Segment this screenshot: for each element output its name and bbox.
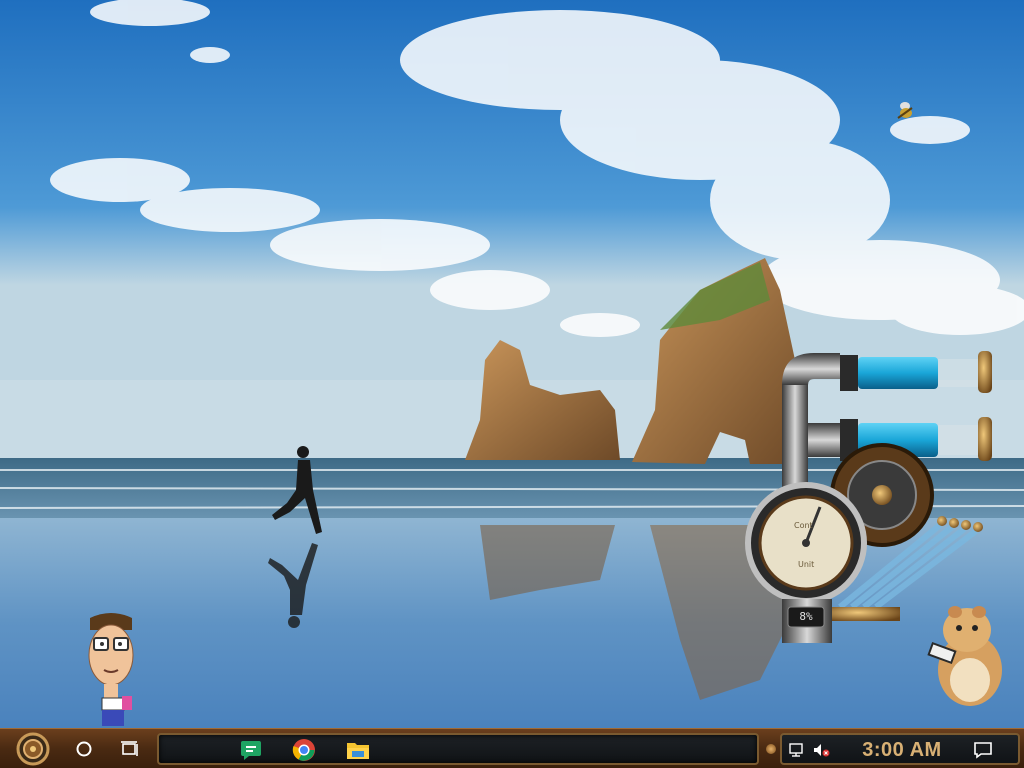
chat-icon [241,741,261,760]
circle-search-icon [76,741,92,757]
system-tray: 3:00 AM [780,733,1020,765]
search-button[interactable] [70,735,98,763]
pinned-apps-tray [157,733,759,765]
chrome-app-button[interactable] [290,738,318,762]
cartoon-character-widget[interactable] [80,610,142,728]
start-button[interactable] [8,731,58,767]
notification-icon [974,742,992,759]
network-button[interactable] [788,741,806,759]
hamster-reading-widget[interactable] [915,600,1010,710]
bug-icon [897,102,913,119]
tube-upper [858,357,938,389]
file-explorer-app-button[interactable] [344,738,372,762]
gauge-dial-top-text: Cont [794,521,813,530]
tray-separator-rivet [766,744,776,754]
network-icon [789,743,803,757]
steampunk-gear-icon [16,732,50,766]
task-view-button[interactable] [116,735,144,763]
gauge-dial-bottom-text: Unit [798,560,815,569]
chrome-icon [292,739,315,761]
notification-button[interactable] [972,740,994,760]
google-chat-app-button[interactable] [237,738,265,762]
gauge-percent-label: 8% [799,610,813,623]
taskbar: 3:00 AM [0,728,1024,768]
taskbar-clock[interactable]: 3:00 AM [852,739,952,761]
volume-button[interactable] [812,741,830,759]
folder-icon [347,743,369,759]
volume-muted-icon [814,744,830,757]
task-view-icon [121,741,138,756]
flying-bug-widget[interactable] [890,94,920,124]
